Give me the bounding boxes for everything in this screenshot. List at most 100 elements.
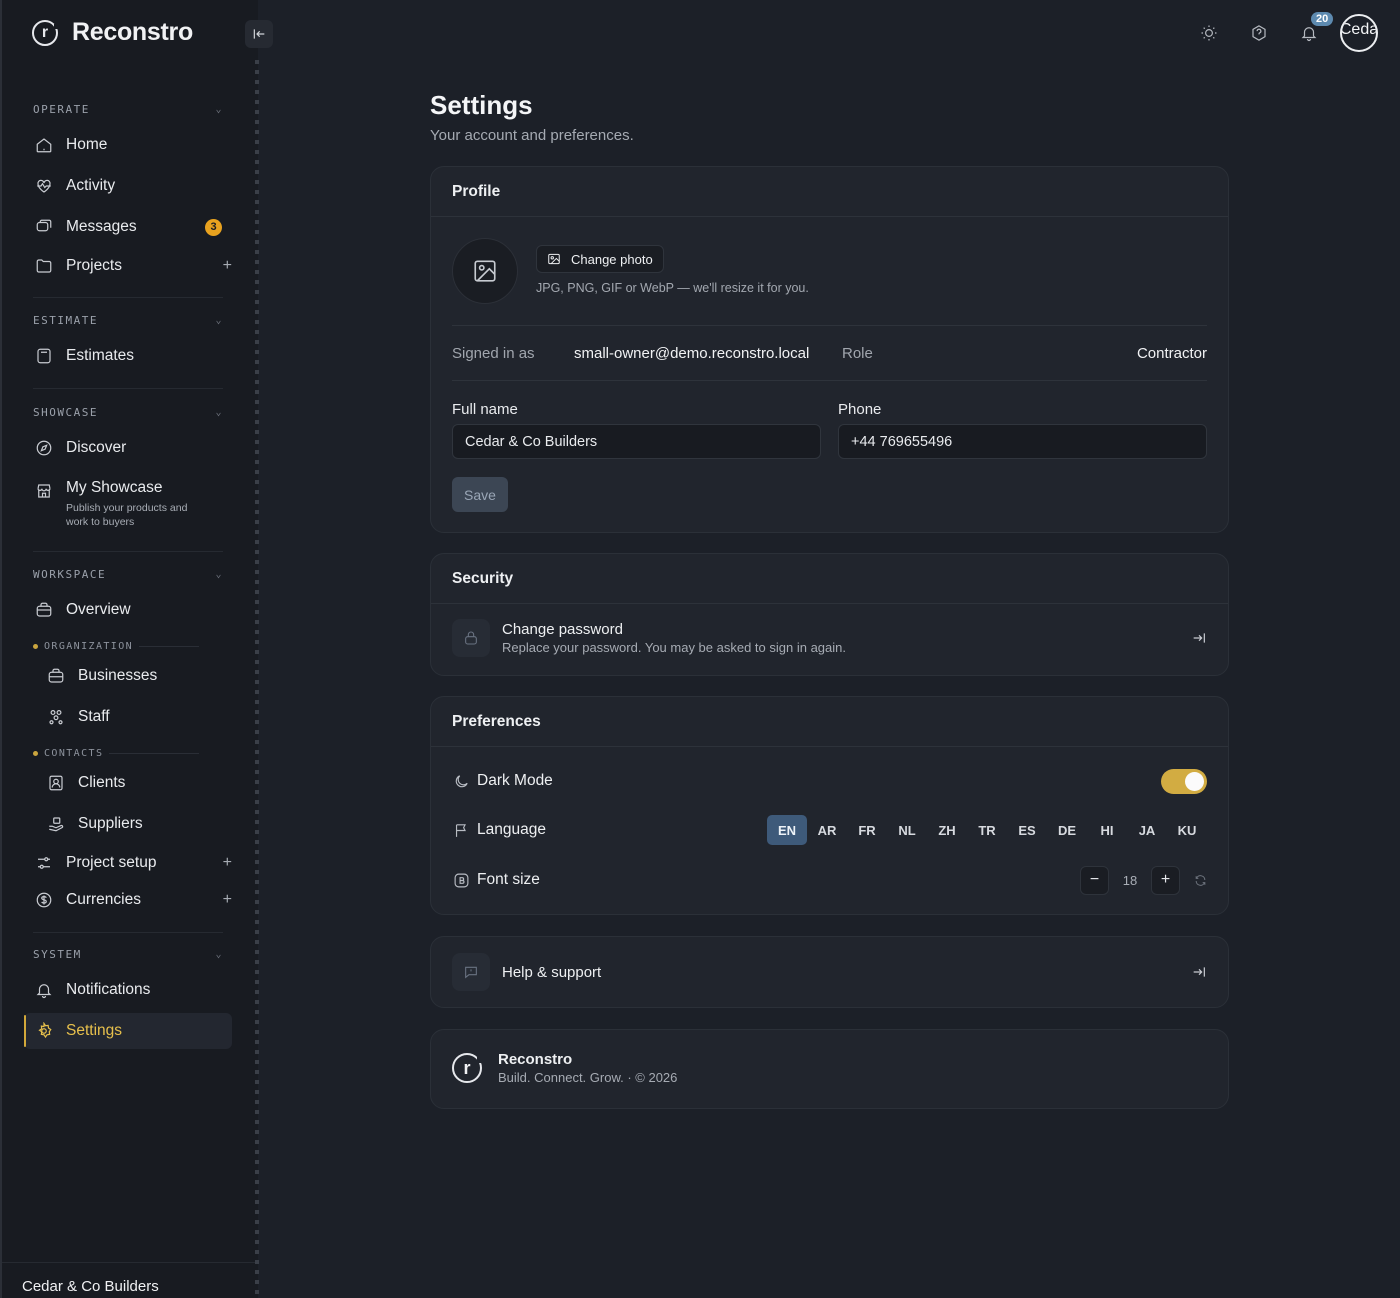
font-size-row: Font size − 18 + xyxy=(452,865,1207,895)
about-card: r Reconstro Build. Connect. Grow. · © 20… xyxy=(430,1029,1229,1109)
language-option-hi[interactable]: HI xyxy=(1087,815,1127,845)
sidebar-item-settings[interactable]: Settings xyxy=(24,1013,232,1049)
brand[interactable]: r Reconstro xyxy=(32,18,193,47)
expand-icon[interactable]: + xyxy=(223,891,232,909)
sidebar-resize-handle[interactable] xyxy=(255,60,259,1298)
sun-icon xyxy=(1200,24,1218,42)
sidebar-item-label: Activity xyxy=(66,177,116,194)
sidebar-item-messages[interactable]: Messages 3 xyxy=(24,209,232,245)
divider xyxy=(452,325,1207,326)
sidebar-item-staff[interactable]: Staff xyxy=(36,699,232,735)
language-option-fr[interactable]: FR xyxy=(847,815,887,845)
divider xyxy=(139,646,199,647)
notifications-button[interactable]: 20 xyxy=(1284,12,1334,52)
language-option-en[interactable]: EN xyxy=(767,815,807,845)
language-selector: EN AR FR NL ZH TR ES DE HI JA KU xyxy=(767,815,1207,845)
full-name-input[interactable] xyxy=(452,424,821,459)
bullet-dot xyxy=(33,644,38,649)
chevron-down-icon: ⌄ xyxy=(215,949,223,960)
sidebar-item-label: Settings xyxy=(66,1022,123,1039)
sidebar-item-suppliers[interactable]: Suppliers xyxy=(36,806,232,842)
sidebar-item-overview[interactable]: Overview xyxy=(24,592,232,628)
language-option-ja[interactable]: JA xyxy=(1127,815,1167,845)
help-support-row[interactable]: Help & support xyxy=(431,953,1228,991)
help-button[interactable] xyxy=(1234,14,1284,52)
card-title: Security xyxy=(431,554,1228,604)
contact-card-icon xyxy=(46,773,66,793)
section-label: ESTIMATE xyxy=(33,314,98,327)
dark-mode-toggle[interactable] xyxy=(1161,768,1207,794)
sidebar-item-activity[interactable]: Activity xyxy=(24,168,232,204)
sidebar-item-label: Project setup xyxy=(66,854,157,871)
language-option-es[interactable]: ES xyxy=(1007,815,1047,845)
sidebar-item-home[interactable]: Home xyxy=(24,127,232,163)
card-title: Preferences xyxy=(431,697,1228,747)
profile-photo[interactable] xyxy=(452,238,518,304)
help-icon xyxy=(1250,24,1268,42)
language-option-nl[interactable]: NL xyxy=(887,815,927,845)
sidebar-item-my-showcase[interactable]: My Showcase Publish your products and wo… xyxy=(24,475,232,531)
top-actions: 20 Ceda xyxy=(1184,12,1378,52)
sidebar-item-label: Messages xyxy=(66,218,137,235)
language-option-ar[interactable]: AR xyxy=(807,815,847,845)
lock-icon xyxy=(452,619,490,657)
account-switcher[interactable]: Cedar & Co Builders xyxy=(2,1262,258,1298)
gear-icon xyxy=(34,1021,54,1041)
decrease-font-button[interactable]: − xyxy=(1080,865,1109,895)
theme-toggle-button[interactable] xyxy=(1184,14,1234,52)
avatar[interactable]: Ceda xyxy=(1340,14,1378,52)
language-option-ku[interactable]: KU xyxy=(1167,815,1207,845)
home-icon xyxy=(34,135,54,155)
divider xyxy=(33,551,223,552)
help-support-title: Help & support xyxy=(502,963,602,981)
sidebar-item-label: Clients xyxy=(78,774,126,791)
reset-icon[interactable] xyxy=(1194,874,1207,887)
increase-font-button[interactable]: + xyxy=(1151,865,1180,895)
section-estimate[interactable]: ESTIMATE ⌄ xyxy=(33,314,223,327)
language-option-zh[interactable]: ZH xyxy=(927,815,967,845)
page-subtitle: Your account and preferences. xyxy=(430,127,634,144)
phone-input[interactable] xyxy=(838,424,1207,459)
sidebar-item-label: Home xyxy=(66,136,108,153)
subsection-contacts: CONTACTS xyxy=(33,748,199,759)
language-option-de[interactable]: DE xyxy=(1047,815,1087,845)
sidebar-item-project-setup[interactable]: Project setup + xyxy=(24,845,232,881)
section-showcase[interactable]: SHOWCASE ⌄ xyxy=(33,406,223,419)
change-photo-button[interactable]: Change photo xyxy=(536,245,664,273)
sidebar-item-label: Suppliers xyxy=(78,815,143,832)
sidebar-item-discover[interactable]: Discover xyxy=(24,430,232,466)
expand-icon[interactable]: + xyxy=(223,854,232,872)
save-button[interactable]: Save xyxy=(452,477,508,512)
sidebar-item-notifications[interactable]: Notifications xyxy=(24,972,232,1008)
button-label: Change photo xyxy=(571,251,653,267)
notification-count-badge: 20 xyxy=(1311,12,1334,26)
divider xyxy=(33,932,223,933)
overview-icon xyxy=(34,600,54,620)
section-workspace[interactable]: WORKSPACE ⌄ xyxy=(33,568,223,581)
add-project-icon[interactable]: + xyxy=(223,257,232,275)
sidebar-item-projects[interactable]: Projects + xyxy=(24,248,232,284)
storefront-icon xyxy=(34,481,54,501)
section-label: OPERATE xyxy=(33,103,90,116)
section-operate[interactable]: OPERATE ⌄ xyxy=(33,103,223,116)
messages-icon xyxy=(34,217,54,237)
footer-brand-name: Reconstro xyxy=(498,1051,573,1068)
language-row: Language EN AR FR NL ZH TR ES DE HI JA KU xyxy=(452,815,1207,845)
moon-icon xyxy=(452,772,470,790)
sidebar: r Reconstro OPERATE ⌄ Home Activity Mess… xyxy=(0,0,258,1298)
chevron-down-icon: ⌄ xyxy=(215,104,223,115)
about-row: r Reconstro Build. Connect. Grow. · © 20… xyxy=(431,1051,1228,1085)
section-system[interactable]: SYSTEM ⌄ xyxy=(33,948,223,961)
language-option-tr[interactable]: TR xyxy=(967,815,1007,845)
sidebar-item-clients[interactable]: Clients xyxy=(36,765,232,801)
change-password-row[interactable]: Change password Replace your password. Y… xyxy=(431,619,1228,657)
collapse-sidebar-button[interactable] xyxy=(245,20,273,48)
sidebar-item-estimates[interactable]: Estimates xyxy=(24,338,232,374)
sidebar-item-label: Notifications xyxy=(66,981,151,998)
role-label: Role xyxy=(842,345,873,362)
sidebar-item-businesses[interactable]: Businesses xyxy=(36,658,232,694)
help-card: Help & support xyxy=(430,936,1229,1008)
flag-icon xyxy=(452,821,470,839)
sidebar-item-label: Projects xyxy=(66,257,122,274)
sidebar-item-currencies[interactable]: Currencies + xyxy=(24,882,232,918)
